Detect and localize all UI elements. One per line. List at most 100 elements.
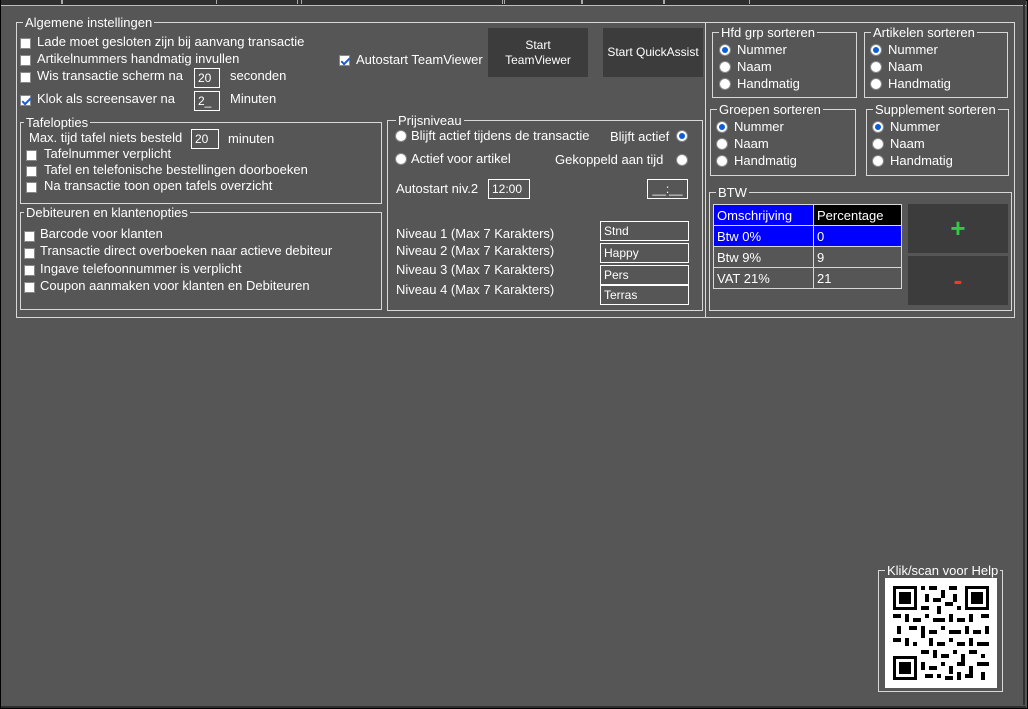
wis-transactie-label: Wis transactie scherm na: [37, 68, 183, 83]
groepen-nummer-radio[interactable]: [716, 121, 728, 133]
hfd-naam-label: Naam: [737, 59, 772, 74]
prijsniveau-title: Prijsniveau: [396, 113, 464, 128]
start-quickassist-button[interactable]: Start QuickAssist: [603, 28, 703, 77]
max-tijd-input[interactable]: 20: [191, 129, 219, 149]
start-teamviewer-button[interactable]: Start TeamViewer: [488, 28, 588, 77]
help-qr-code[interactable]: [885, 578, 997, 688]
open-tafels-checkbox[interactable]: [26, 182, 37, 193]
klok-minuten-unit: Minuten: [230, 91, 277, 106]
btw-omschrijving-cell[interactable]: Btw 0%: [713, 225, 814, 247]
open-tafels-label: Na transactie toon open tafels overzicht: [44, 178, 273, 193]
tab-divider: [504, 0, 582, 4]
groepen-handmatig-radio[interactable]: [716, 155, 728, 167]
klok-screensaver-label: Klok als screensaver na: [37, 91, 176, 106]
lade-checkbox[interactable]: [20, 38, 31, 49]
actief-voor-artikel-radio[interactable]: [395, 153, 407, 165]
groepen-sort-title: Groepen sorteren: [717, 102, 823, 117]
start-quickassist-label: Start QuickAssist: [607, 45, 699, 59]
max-tijd-unit: minuten: [228, 131, 275, 146]
start-teamviewer-label: Start TeamViewer: [505, 37, 571, 67]
klok-screensaver-checkbox[interactable]: [20, 95, 31, 106]
tab-divider: [216, 0, 298, 4]
niveau3-input[interactable]: Pers: [600, 265, 689, 285]
tab-divider: [61, 0, 63, 4]
niveau4-label: Niveau 4 (Max 7 Karakters): [396, 282, 555, 297]
gekoppeld-aan-tijd-label: Gekoppeld aan tijd: [555, 152, 664, 167]
btw-title: BTW: [716, 185, 749, 200]
supplement-nummer-label: Nummer: [890, 119, 940, 134]
tab-divider: [582, 0, 664, 4]
groepen-naam-radio[interactable]: [716, 138, 728, 150]
groepen-handmatig-label: Handmatig: [734, 153, 797, 168]
wis-seconden-unit: seconden: [230, 68, 287, 83]
artikelen-naam-radio[interactable]: [870, 61, 882, 73]
lade-label: Lade moet gesloten zijn bij aanvang tran…: [37, 34, 305, 49]
btw-omschrijving-cell[interactable]: Btw 9%: [713, 246, 814, 268]
artikelen-naam-label: Naam: [888, 59, 923, 74]
table-row[interactable]: Btw 0% 0: [713, 225, 902, 247]
niveau3-label: Niveau 3 (Max 7 Karakters): [396, 262, 555, 277]
blijft-actief-tijdens-radio[interactable]: [395, 130, 407, 142]
transactie-overboeken-checkbox[interactable]: [24, 248, 35, 259]
debiteuren-title: Debiteuren en klantenopties: [24, 205, 190, 220]
hfd-naam-radio[interactable]: [719, 61, 731, 73]
gekoppeld-aan-tijd-radio[interactable]: [676, 154, 688, 166]
supplement-sort-title: Supplement sorteren: [873, 102, 998, 117]
autostart-teamviewer-checkbox[interactable]: [339, 55, 350, 66]
barcode-klanten-checkbox[interactable]: [24, 231, 35, 242]
tafelnummer-verplicht-checkbox[interactable]: [26, 150, 37, 161]
gekoppeld-time-input[interactable]: __:__: [647, 179, 688, 199]
wis-seconden-input[interactable]: 20: [194, 68, 220, 88]
blijft-actief-radio[interactable]: [676, 130, 688, 142]
supplement-handmatig-radio[interactable]: [872, 155, 884, 167]
groepen-nummer-label: Nummer: [734, 119, 784, 134]
percentage-header[interactable]: Percentage: [813, 204, 902, 226]
qr-code-icon: [885, 578, 997, 688]
hfd-handmatig-radio[interactable]: [719, 78, 731, 90]
telefoonnummer-verplicht-label: Ingave telefoonnummer is verplicht: [40, 261, 242, 276]
hfd-handmatig-label: Handmatig: [737, 76, 800, 91]
remove-btw-button[interactable]: -: [908, 256, 1008, 305]
btw-table-header: Omschrijving Percentage: [713, 204, 902, 226]
plus-icon: +: [950, 213, 966, 243]
autostart-time-input[interactable]: 12:00: [488, 179, 530, 199]
hfd-nummer-label: Nummer: [737, 42, 787, 57]
supplement-naam-radio[interactable]: [872, 138, 884, 150]
tafelnummer-verplicht-label: Tafelnummer verplicht: [44, 146, 172, 161]
minus-icon: -: [953, 265, 963, 295]
btw-omschrijving-cell[interactable]: VAT 21%: [713, 267, 814, 289]
table-row[interactable]: Btw 9% 9: [713, 246, 902, 268]
bottom-border: [1, 706, 1026, 708]
table-row[interactable]: VAT 21% 21: [713, 267, 902, 289]
telefoonnummer-verplicht-checkbox[interactable]: [24, 265, 35, 276]
coupon-aanmaken-checkbox[interactable]: [24, 282, 35, 293]
max-tijd-label: Max. tijd tafel niets besteld: [29, 130, 183, 145]
tafel-telefonisch-label: Tafel en telefonische bestellingen doorb…: [44, 162, 308, 177]
actief-voor-artikel-label: Actief voor artikel: [411, 151, 511, 166]
blijft-actief-label: Blijft actief: [610, 129, 670, 144]
blijft-actief-tijdens-label: Blijft actief tijdens de transactie: [411, 128, 590, 143]
groepen-naam-label: Naam: [734, 136, 769, 151]
help-title: Klik/scan voor Help: [885, 563, 1001, 578]
artikelen-nummer-label: Nummer: [888, 42, 938, 57]
artikelen-handmatig-radio[interactable]: [870, 78, 882, 90]
artikelnummers-checkbox[interactable]: [20, 55, 31, 66]
btw-percentage-cell[interactable]: 9: [813, 246, 902, 268]
tafel-telefonisch-checkbox[interactable]: [26, 166, 37, 177]
niveau1-input[interactable]: Stnd: [600, 221, 689, 241]
supplement-nummer-radio[interactable]: [872, 121, 884, 133]
niveau2-input[interactable]: Happy: [600, 243, 689, 263]
btw-percentage-cell[interactable]: 0: [813, 225, 902, 247]
omschrijving-header[interactable]: Omschrijving: [713, 204, 814, 226]
supplement-handmatig-label: Handmatig: [890, 153, 953, 168]
artikelen-nummer-radio[interactable]: [870, 44, 882, 56]
niveau1-label: Niveau 1 (Max 7 Karakters): [396, 226, 555, 241]
klok-minuten-input[interactable]: 2_: [194, 91, 220, 111]
wis-transactie-checkbox[interactable]: [20, 72, 31, 83]
hfd-nummer-radio[interactable]: [719, 44, 731, 56]
autostart-niv2-label: Autostart niv.2: [396, 181, 479, 196]
add-btw-button[interactable]: +: [908, 204, 1008, 253]
artikelnummers-label: Artikelnummers handmatig invullen: [37, 51, 240, 66]
niveau4-input[interactable]: Terras: [600, 285, 689, 305]
btw-percentage-cell[interactable]: 21: [813, 267, 902, 289]
